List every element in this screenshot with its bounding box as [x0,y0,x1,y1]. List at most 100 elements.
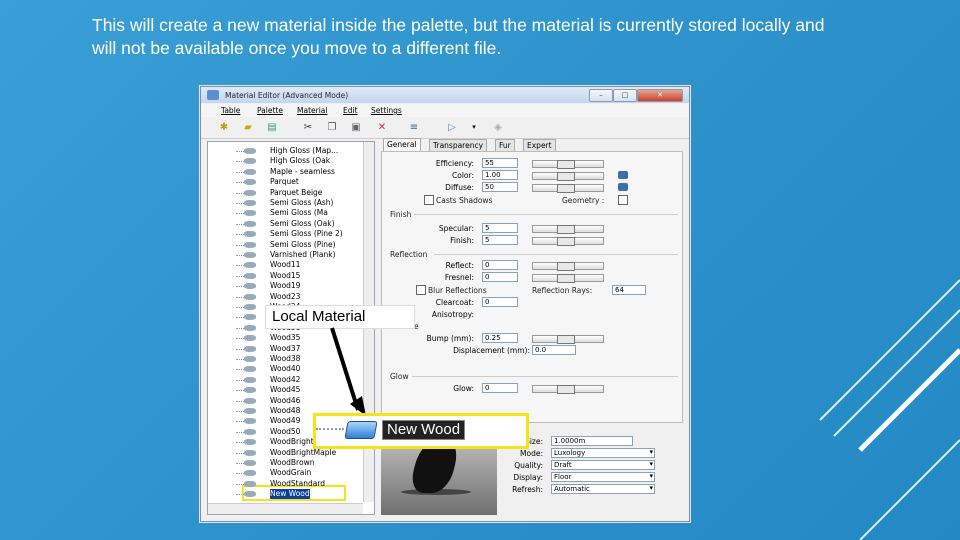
tree-item[interactable]: WoodBrown [208,458,358,468]
window-title: Material Editor (Advanced Mode) [225,91,349,100]
bump-label: Bump (mm): [426,334,474,343]
glow-slider[interactable] [532,385,604,394]
efficiency-field[interactable]: 55 [482,158,518,168]
delete-icon[interactable]: ✕ [375,121,389,134]
assign-icon[interactable]: ≡ [407,121,421,134]
specular-field[interactable]: 5 [482,223,518,233]
tree-connector [236,192,244,194]
tree-item-label: Maple - seamless [270,166,335,176]
casts-shadows-checkbox[interactable] [424,195,434,205]
tree-item[interactable]: WoodBrightMaple [208,448,358,458]
tree-item[interactable]: Semi Gloss (Ash) [208,198,358,208]
tab-expert[interactable]: Expert [523,139,556,151]
tree-connector [236,213,244,215]
menu-material[interactable]: Material [297,106,327,115]
clearcoat-field[interactable]: 0 [482,297,518,307]
tree-item[interactable]: High Gloss (Oak [208,156,358,166]
divider [414,214,678,215]
tree-connector [236,348,244,350]
tree-horizontal-scrollbar[interactable] [208,503,363,514]
tree-item[interactable]: WoodGrain [208,468,358,478]
maximize-button[interactable]: □ [613,89,637,102]
bump-field[interactable]: 0.25 [482,333,518,343]
tab-transparency[interactable]: Transparency [429,139,488,151]
tree-connector [236,359,244,360]
tree-item[interactable]: Semi Gloss (Pine 2) [208,229,358,239]
tree-item-label: WoodBrightMaple [270,447,337,457]
tab-fur[interactable]: Fur [495,139,515,151]
tree-item[interactable]: Semi Gloss (Pine) [208,240,358,250]
pointer-icon[interactable]: ▷ [445,121,459,134]
tree-connector [236,286,244,288]
tree-item-label: Wood46 [270,395,301,405]
blur-reflections-checkbox[interactable] [416,285,426,295]
map-icon[interactable] [618,171,628,179]
tab-general[interactable]: General [383,138,421,151]
bump-slider[interactable] [532,335,604,344]
material-icon [244,314,256,321]
mode-select[interactable]: Luxology [551,448,655,458]
diffuse-field[interactable]: 50 [482,182,518,192]
fresnel-field[interactable]: 0 [482,272,518,282]
map-icon[interactable] [618,183,628,191]
tree-item-label: Semi Gloss (Ma [270,208,328,218]
tree-item[interactable]: Semi Gloss (Oak) [208,219,358,229]
reflection-rays-field[interactable]: 64 [612,285,646,295]
minimize-button[interactable]: – [589,89,613,102]
geometry-label: Geometry : [562,196,605,205]
new-icon[interactable]: ✱ [217,121,231,134]
tree-connector [236,431,244,433]
menu-palette[interactable]: Palette [257,106,283,115]
tree-connector [236,327,244,329]
cut-icon[interactable]: ✂ [301,121,315,134]
display-select[interactable]: Floor [551,472,655,482]
specular-slider[interactable] [532,225,604,234]
tree-item[interactable]: High Gloss (Map... [208,146,358,156]
efficiency-slider[interactable] [532,160,604,169]
tree-connector [236,421,244,423]
finish-field[interactable]: 5 [482,235,518,245]
tree-item[interactable]: Wood23 [208,292,358,302]
reflect-slider[interactable] [532,262,604,271]
arrow-icon [330,327,366,416]
tree-item[interactable]: Parquet Beige [208,188,358,198]
displacement-field[interactable]: 0.0 [532,345,576,355]
tree-item[interactable]: Wood11 [208,260,358,270]
tree-item-label: WoodBright [270,437,314,447]
tree-item-label: Wood35 [270,333,301,343]
menu-table[interactable]: Table [221,106,240,115]
close-button[interactable]: ✕ [637,89,683,102]
size-field[interactable]: 1.0000m [551,436,633,446]
menu-edit[interactable]: Edit [343,106,358,115]
paste-icon[interactable]: ▣ [349,121,363,134]
refresh-select[interactable]: Automatic [551,484,655,494]
tree-item[interactable]: Wood19 [208,281,358,291]
tree-item-label: Parquet Beige [270,187,323,197]
tree-item[interactable]: Semi Gloss (Ma [208,208,358,218]
open-folder-icon[interactable]: ▰ [241,121,255,134]
fresnel-slider[interactable] [532,274,604,283]
tree-connector [236,151,244,152]
geometry-button[interactable] [618,195,628,205]
tree-item[interactable]: Wood15 [208,271,358,281]
material-icon [244,418,256,425]
quality-select[interactable]: Draft [551,460,655,470]
chevron-down-icon[interactable]: ▾ [467,121,481,134]
color-field[interactable]: 1.00 [482,170,518,180]
tree-item[interactable]: Parquet [208,177,358,187]
tree-item[interactable]: New Wood [208,489,358,500]
color-slider[interactable] [532,172,604,181]
new-wood-label[interactable]: New Wood [382,420,466,440]
menu-settings[interactable]: Settings [371,106,402,115]
finish-slider[interactable] [532,237,604,246]
copy-icon[interactable]: ❐ [325,121,339,134]
tree-item[interactable]: Varnished (Plank) [208,250,358,260]
material-icon [244,324,256,331]
save-icon[interactable]: ▤ [265,121,279,134]
glow-field[interactable]: 0 [482,383,518,393]
fill-icon[interactable]: ◈ [491,121,505,134]
reflect-field[interactable]: 0 [482,260,518,270]
diffuse-slider[interactable] [532,184,604,193]
tree-item[interactable]: Maple - seamless [208,167,358,177]
tree-item[interactable]: WoodStandard [208,479,358,489]
